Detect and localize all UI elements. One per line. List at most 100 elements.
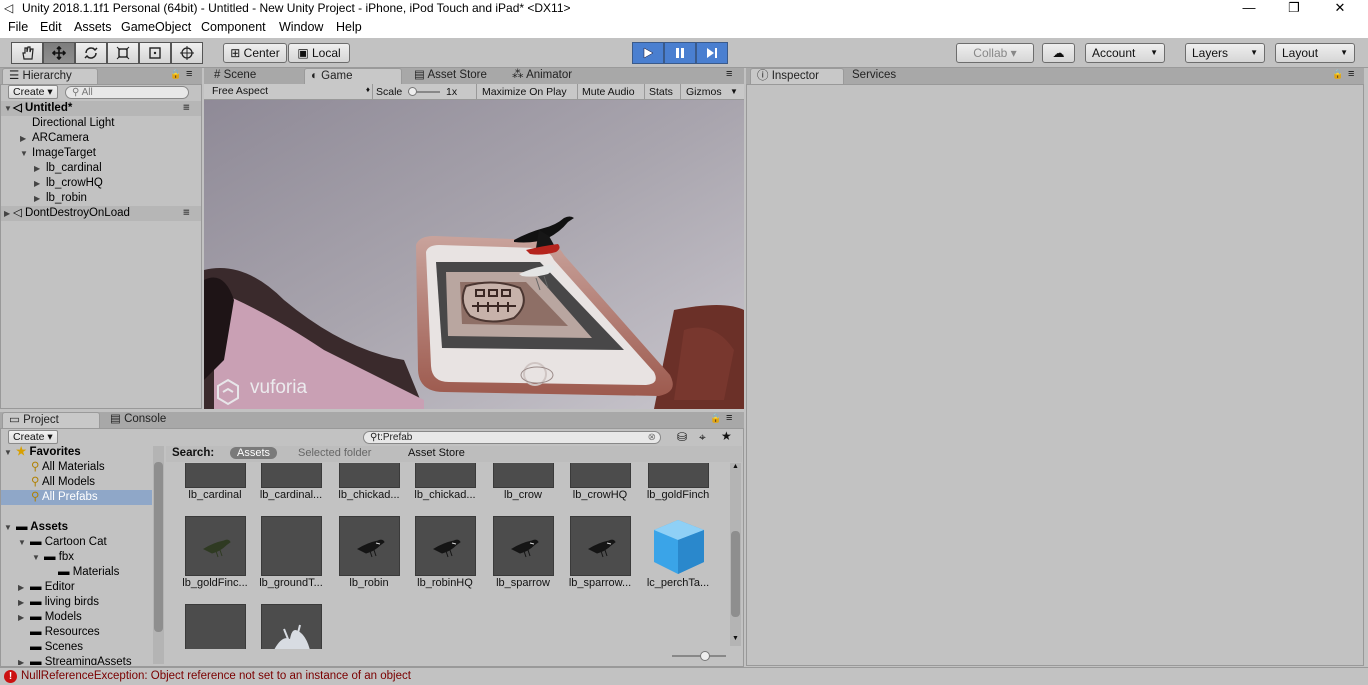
scope-asset-store-toggle[interactable]: Asset Store <box>408 447 465 459</box>
dropdown-arrow-icon[interactable]: ▼ <box>730 87 738 96</box>
folder-living-birds[interactable]: ▶ ▬ living birds <box>18 595 99 610</box>
hierarchy-item-crowhq[interactable]: ▶ lb_crowHQ <box>34 176 103 191</box>
hierarchy-item-arcamera[interactable]: ▶ ARCamera <box>20 131 89 146</box>
project-create-button[interactable]: Create ▾ <box>8 430 58 444</box>
menu-window[interactable]: Window <box>279 20 323 34</box>
row-menu-icon[interactable]: ≡ <box>183 101 190 116</box>
hierarchy-item-directional-light[interactable]: Directional Light <box>32 116 114 131</box>
pause-button[interactable] <box>664 42 696 64</box>
project-search-input[interactable]: ⚲t:Prefab ⊗ <box>363 431 661 444</box>
rotate-tool-icon[interactable] <box>75 42 107 64</box>
asset-label[interactable]: lb_cardinal... <box>253 489 329 501</box>
asset-label[interactable]: lc_perchTa... <box>640 577 716 589</box>
hierarchy-item-imagetarget[interactable]: ▼ ImageTarget <box>20 146 96 161</box>
clear-search-icon[interactable]: ⊗ <box>648 432 656 443</box>
pivot-center-button[interactable]: ⊞ Center <box>223 43 287 63</box>
hand-tool-icon[interactable] <box>11 42 43 64</box>
asset-thumbnail[interactable] <box>648 463 709 488</box>
play-button[interactable] <box>632 42 664 64</box>
asset-label[interactable]: lb_goldFinc... <box>177 577 253 589</box>
hierarchy-create-button[interactable]: Create ▾ <box>8 85 58 99</box>
row-menu-icon[interactable]: ≡ <box>183 206 190 221</box>
minimize-button[interactable]: — <box>1227 0 1271 17</box>
scene-row[interactable]: ▼◁ Untitled* ≡ <box>1 101 201 116</box>
favorite-star-icon[interactable]: ★ <box>721 429 732 443</box>
scope-assets-toggle[interactable]: Assets <box>230 447 278 459</box>
aspect-dropdown[interactable]: Free Aspect ♦ <box>212 85 370 99</box>
favorites-header[interactable]: ▼ ★ Favorites <box>4 445 81 460</box>
pivot-local-button[interactable]: ▣ Local <box>288 43 350 63</box>
gizmos-toggle[interactable]: Gizmos <box>686 86 722 98</box>
menu-help[interactable]: Help <box>336 20 362 34</box>
folder-streaming-assets[interactable]: ▶ ▬ StreamingAssets <box>18 655 132 665</box>
scale-slider-handle[interactable] <box>408 87 417 96</box>
asset-thumbnail[interactable] <box>415 463 476 488</box>
asset-label[interactable]: lb_sparrow... <box>562 577 638 589</box>
asset-label[interactable]: lb_cardinal <box>177 489 253 501</box>
lock-icon[interactable]: 🔒 <box>170 69 181 80</box>
hierarchy-item-cardinal[interactable]: ▶ lb_cardinal <box>34 161 102 176</box>
tab-scene[interactable]: # Scene <box>208 68 298 84</box>
stats-toggle[interactable]: Stats <box>649 86 673 98</box>
hierarchy-search-input[interactable]: ⚲ All <box>65 86 189 99</box>
scroll-up-icon[interactable]: ▲ <box>732 463 739 470</box>
tab-animator[interactable]: ⁂ Animator <box>506 68 596 84</box>
status-message[interactable]: NullReferenceException: Object reference… <box>21 670 411 682</box>
cloud-button[interactable]: ☁ <box>1042 43 1075 63</box>
folder-models[interactable]: ▶ ▬ Models <box>18 610 82 625</box>
prefab-thumbnail[interactable] <box>261 516 322 576</box>
move-tool-icon[interactable] <box>43 42 75 64</box>
asset-label[interactable]: lb_goldFinch <box>640 489 716 501</box>
menu-assets[interactable]: Assets <box>74 20 112 34</box>
panel-menu-icon[interactable]: ≡ <box>726 68 732 80</box>
asset-label[interactable]: lb_sparrow <box>485 577 561 589</box>
scale-tool-icon[interactable] <box>107 42 139 64</box>
menu-gameobject[interactable]: GameObject <box>121 20 191 34</box>
folder-materials[interactable]: ▬ Materials <box>58 565 119 580</box>
bird-prefab-thumbnail[interactable] <box>415 516 476 576</box>
tab-hierarchy[interactable]: ☰ Hierarchy <box>2 68 98 84</box>
folder-editor[interactable]: ▶ ▬ Editor <box>18 580 75 595</box>
layers-dropdown[interactable]: Layers ▼ <box>1185 43 1265 63</box>
filter-type-icon[interactable]: ⛁ <box>677 430 687 444</box>
folder-resources[interactable]: ▬ Resources <box>30 625 100 640</box>
rect-tool-icon[interactable] <box>139 42 171 64</box>
game-viewport[interactable]: vuforia <box>204 100 744 409</box>
account-dropdown[interactable]: Account ▼ <box>1085 43 1165 63</box>
filter-label-icon[interactable]: ⌖ <box>699 430 706 445</box>
tab-project[interactable]: ▭ Project <box>2 412 100 428</box>
asset-label[interactable]: lb_crow <box>485 489 561 501</box>
tab-console[interactable]: ▤ Console <box>104 412 194 428</box>
asset-label[interactable]: lb_chickad... <box>331 489 407 501</box>
asset-label[interactable]: lb_chickad... <box>407 489 483 501</box>
tree-scrollbar-thumb[interactable] <box>154 462 163 632</box>
step-button[interactable] <box>696 42 728 64</box>
maximize-on-play-toggle[interactable]: Maximize On Play <box>482 86 567 98</box>
panel-menu-icon[interactable]: ≡ <box>186 68 192 80</box>
transform-tool-icon[interactable] <box>171 42 203 64</box>
asset-thumbnail[interactable] <box>339 463 400 488</box>
mute-audio-toggle[interactable]: Mute Audio <box>582 86 635 98</box>
asset-label[interactable]: lb_robinHQ <box>407 577 483 589</box>
hierarchy-item-robin[interactable]: ▶ lb_robin <box>34 191 87 206</box>
assets-header[interactable]: ▼ ▬ Assets <box>4 520 68 535</box>
bird-prefab-thumbnail[interactable] <box>339 516 400 576</box>
grid-scrollbar[interactable]: ▲ ▼ <box>730 463 741 646</box>
asset-label[interactable]: lb_crowHQ <box>562 489 638 501</box>
folder-cartoon-cat[interactable]: ▼ ▬ Cartoon Cat <box>18 535 107 550</box>
asset-label[interactable]: lb_robin <box>331 577 407 589</box>
asset-label[interactable]: lb_groundT... <box>253 577 329 589</box>
tab-game[interactable]: ◐ Game <box>304 68 402 84</box>
maximize-button[interactable]: ❐ <box>1272 0 1316 17</box>
layout-dropdown[interactable]: Layout ▼ <box>1275 43 1355 63</box>
scroll-down-icon[interactable]: ▼ <box>732 635 739 642</box>
tree-scrollbar[interactable] <box>153 446 164 664</box>
asset-thumbnail[interactable] <box>185 463 246 488</box>
close-button[interactable]: ✕ <box>1318 0 1362 17</box>
collab-button[interactable]: Collab ▾ <box>956 43 1034 63</box>
fav-all-prefabs[interactable]: ⚲ All Prefabs <box>1 490 152 505</box>
folder-fbx[interactable]: ▼ ▬ fbx <box>32 550 74 565</box>
bird-prefab-thumbnail[interactable] <box>185 516 246 576</box>
cube-prefab-thumbnail[interactable] <box>648 516 709 576</box>
lock-icon[interactable]: 🔒 <box>710 413 721 424</box>
